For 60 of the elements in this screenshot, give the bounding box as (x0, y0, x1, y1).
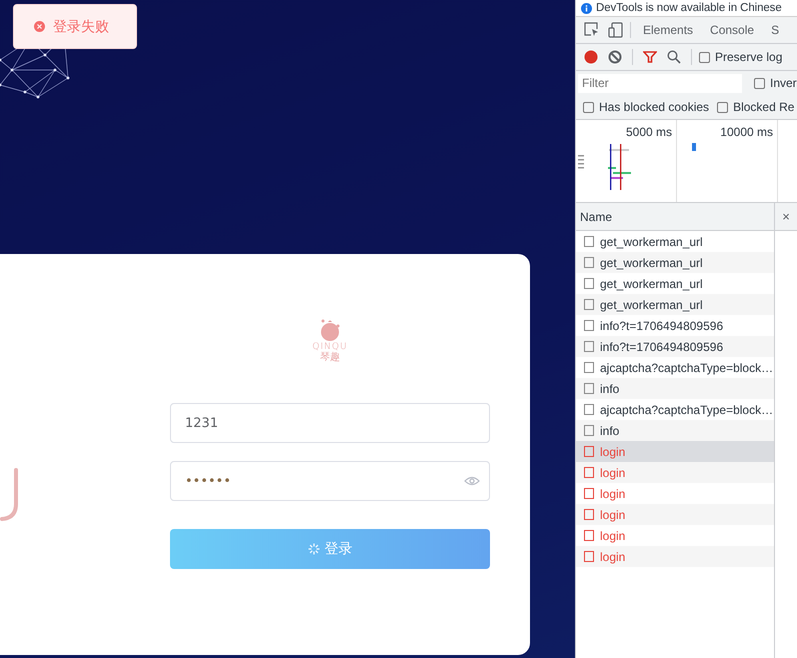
file-icon (584, 488, 594, 499)
request-name[interactable]: login (600, 528, 626, 542)
file-icon (584, 341, 594, 352)
checkbox[interactable] (717, 102, 728, 112)
logo-subtitle: 琴趣 (320, 352, 340, 363)
file-icon (584, 404, 594, 415)
toast-message: 登录失败 (53, 18, 109, 36)
filter-field[interactable]: Filter (578, 74, 742, 92)
file-icon (584, 383, 594, 394)
checkbox-label: Has blocked cookies (599, 100, 710, 114)
timeline-label: 10000 ms (720, 125, 773, 139)
search-icon[interactable] (668, 50, 681, 64)
request-name[interactable]: get_workerman_url (600, 234, 703, 248)
request-name[interactable]: login (600, 550, 626, 564)
request-name[interactable]: ajcaptcha?captchaType=block… (600, 360, 774, 374)
devtools-tab[interactable]: Elements (638, 23, 698, 37)
file-icon (584, 362, 594, 373)
devtools-tab[interactable]: Console (705, 23, 760, 37)
request-name[interactable]: get_workerman_url (600, 276, 703, 290)
clear-icon[interactable] (608, 50, 622, 64)
file-icon (584, 425, 594, 436)
record-icon[interactable] (584, 50, 598, 64)
devtools-tab[interactable]: S (766, 23, 784, 37)
info-icon (581, 2, 592, 14)
checkbox-label: Inver (770, 76, 797, 90)
timeline-label: 5000 ms (626, 125, 672, 139)
password-field[interactable]: •••••• (170, 461, 490, 501)
username-field[interactable]: 1231 (170, 403, 490, 443)
request-name[interactable]: info (600, 424, 620, 438)
checkbox-label: Preserve log (715, 50, 782, 64)
request-name[interactable]: ajcaptcha?captchaType=block… (600, 402, 774, 416)
column-header[interactable]: Name (576, 203, 774, 231)
file-icon (584, 320, 594, 331)
close-icon[interactable]: × (782, 209, 790, 224)
file-icon (584, 257, 594, 268)
file-icon (584, 299, 594, 310)
peach-icon (321, 320, 340, 341)
file-icon (584, 551, 594, 562)
request-name[interactable]: info?t=1706494809596 (600, 318, 724, 332)
file-icon (584, 446, 594, 457)
logo-wordmark: QINQU (312, 342, 348, 352)
file-icon (584, 530, 594, 541)
device-icon[interactable] (608, 22, 623, 38)
request-name[interactable]: info (600, 382, 620, 396)
checkbox[interactable] (583, 102, 594, 112)
request-name[interactable]: login (600, 486, 626, 500)
request-name[interactable]: login (600, 466, 626, 480)
checkbox[interactable] (754, 78, 765, 88)
checkbox-label: Blocked Re (733, 100, 794, 114)
file-icon (584, 467, 594, 478)
filter-icon[interactable] (643, 51, 657, 63)
checkbox[interactable] (699, 52, 710, 62)
error-icon (34, 21, 45, 32)
banner-message: DevTools is now available in Chinese (596, 2, 782, 14)
curve-drawing (0, 468, 18, 521)
request-name[interactable]: login (600, 508, 626, 522)
inspect-icon[interactable] (584, 22, 598, 36)
file-icon (584, 236, 594, 247)
file-icon (584, 509, 594, 520)
file-icon (584, 278, 594, 289)
